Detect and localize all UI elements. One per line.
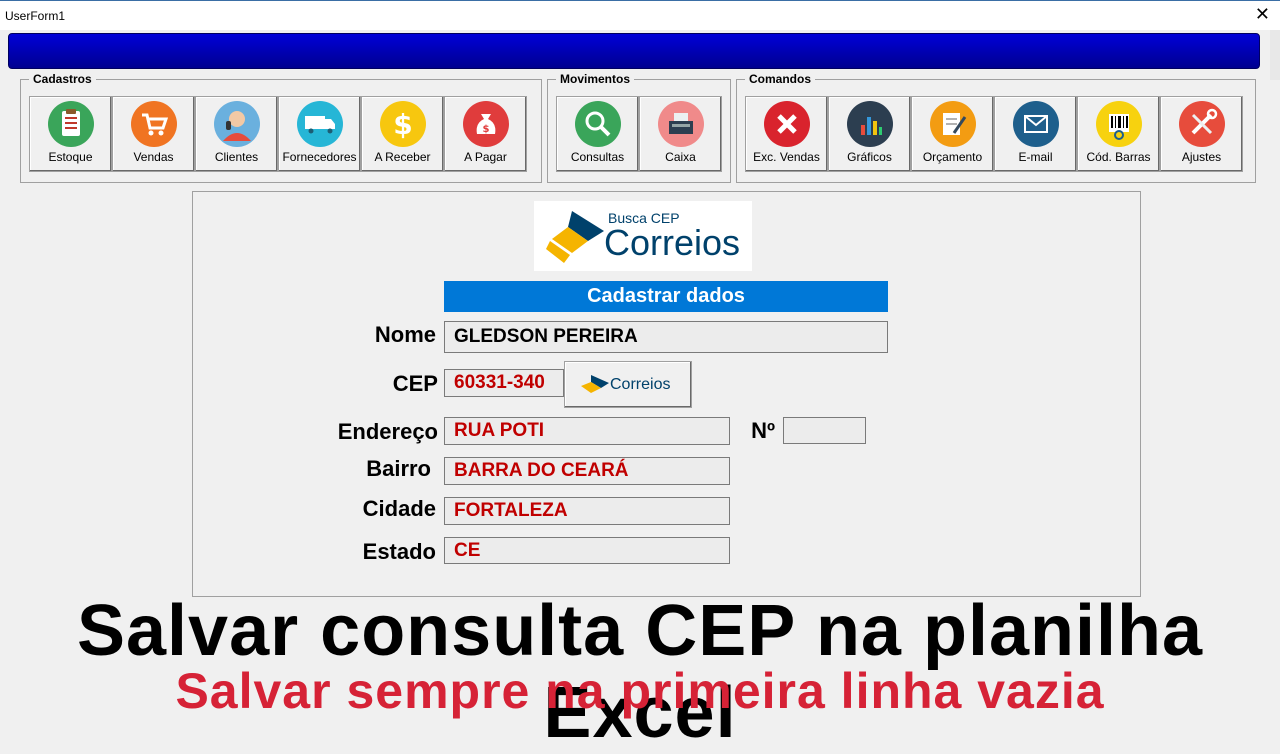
group-cadastros: Cadastros Estoque Vendas Clientes Fornec… bbox=[20, 72, 542, 183]
group-comandos: Comandos Exc. Vendas Gráficos Orçamento … bbox=[736, 72, 1256, 183]
top-banner-bar bbox=[8, 33, 1260, 69]
vendas-button[interactable]: Vendas bbox=[112, 96, 195, 172]
window-edge bbox=[1270, 30, 1280, 80]
delete-x-icon bbox=[763, 101, 810, 147]
bairro-field[interactable]: BARRA DO CEARÁ bbox=[444, 457, 730, 485]
notepad-pencil-icon bbox=[929, 101, 976, 147]
svg-text:$: $ bbox=[482, 124, 489, 135]
cidade-label: Cidade bbox=[362, 496, 436, 521]
correios-button-label: Correios bbox=[610, 376, 671, 393]
clientes-label: Clientes bbox=[214, 150, 259, 164]
numero-label: Nº bbox=[751, 418, 775, 443]
a-pagar-label: A Pagar bbox=[464, 150, 507, 164]
title-bar: UserForm1 ✕ bbox=[0, 0, 1280, 30]
buscar-cep-button[interactable]: Correios bbox=[564, 361, 692, 408]
nome-label: Nome bbox=[374, 322, 436, 347]
barcode-icon bbox=[1095, 101, 1142, 147]
exc-vendas-label: Exc. Vendas bbox=[753, 150, 820, 164]
window-title: UserForm1 bbox=[5, 9, 66, 23]
cidade-field[interactable]: FORTALEZA bbox=[444, 497, 730, 525]
exc-vendas-button[interactable]: Exc. Vendas bbox=[745, 96, 828, 172]
graficos-button[interactable]: Gráficos bbox=[828, 96, 911, 172]
cod-barras-label: Cód. Barras bbox=[1086, 150, 1151, 164]
wrench-tools-icon bbox=[1178, 101, 1225, 147]
shopping-cart-icon bbox=[130, 101, 177, 147]
clientes-button[interactable]: Clientes bbox=[195, 96, 278, 172]
group-movimentos: Movimentos Consultas Caixa bbox=[547, 72, 731, 183]
dollar-icon: $ bbox=[379, 101, 426, 147]
a-receber-label: A Receber bbox=[374, 150, 431, 164]
bairro-label: Bairro bbox=[366, 456, 431, 481]
envelope-icon bbox=[1012, 101, 1059, 147]
svg-text:$: $ bbox=[393, 108, 412, 141]
form-header: Cadastrar dados bbox=[444, 281, 888, 312]
consultas-button[interactable]: Consultas bbox=[556, 96, 639, 172]
endereco-label: Endereço bbox=[337, 419, 438, 444]
caixa-label: Caixa bbox=[665, 150, 696, 164]
estoque-label: Estoque bbox=[48, 150, 93, 164]
fornecedores-label: Fornecedores bbox=[282, 150, 357, 164]
caption-subtitle: Salvar sempre na primeira linha vazia bbox=[175, 663, 1105, 719]
nome-field[interactable]: GLEDSON PEREIRA bbox=[444, 321, 888, 353]
bar-chart-icon bbox=[846, 101, 893, 147]
clipboard-icon bbox=[47, 101, 94, 147]
graficos-label: Gráficos bbox=[847, 150, 892, 164]
orcamento-label: Orçamento bbox=[922, 150, 983, 164]
orcamento-button[interactable]: Orçamento bbox=[911, 96, 994, 172]
correios-logo: Busca CEP Correios bbox=[534, 201, 752, 271]
estado-field[interactable]: CE bbox=[444, 537, 730, 564]
ajustes-label: Ajustes bbox=[1181, 150, 1222, 164]
consultas-label: Consultas bbox=[570, 150, 625, 164]
magnifier-icon bbox=[574, 101, 621, 147]
group-cadastros-title: Cadastros bbox=[29, 72, 96, 86]
ajustes-button[interactable]: Ajustes bbox=[1160, 96, 1243, 172]
cep-field[interactable]: 60331-340 bbox=[444, 369, 564, 397]
numero-field[interactable] bbox=[783, 417, 866, 444]
fornecedores-button[interactable]: Fornecedores bbox=[278, 96, 361, 172]
cash-register-icon bbox=[657, 101, 704, 147]
a-receber-button[interactable]: $ A Receber bbox=[361, 96, 444, 172]
person-icon bbox=[213, 101, 260, 147]
group-movimentos-title: Movimentos bbox=[556, 72, 635, 86]
correios-logo-icon bbox=[546, 211, 604, 263]
caixa-button[interactable]: Caixa bbox=[639, 96, 722, 172]
cep-label: CEP bbox=[392, 371, 438, 396]
close-icon[interactable]: ✕ bbox=[1255, 5, 1270, 23]
a-pagar-button[interactable]: $ A Pagar bbox=[444, 96, 527, 172]
email-button[interactable]: E-mail bbox=[994, 96, 1077, 172]
group-comandos-title: Comandos bbox=[745, 72, 816, 86]
estoque-button[interactable]: Estoque bbox=[29, 96, 112, 172]
vendas-label: Vendas bbox=[133, 150, 174, 164]
cod-barras-button[interactable]: Cód. Barras bbox=[1077, 96, 1160, 172]
email-label: E-mail bbox=[1018, 150, 1053, 164]
endereco-field[interactable]: RUA POTI bbox=[444, 417, 730, 445]
estado-label: Estado bbox=[362, 539, 436, 564]
delivery-truck-icon bbox=[296, 101, 343, 147]
logo-correios-text: Correios bbox=[604, 222, 741, 263]
money-bag-icon: $ bbox=[462, 101, 509, 147]
